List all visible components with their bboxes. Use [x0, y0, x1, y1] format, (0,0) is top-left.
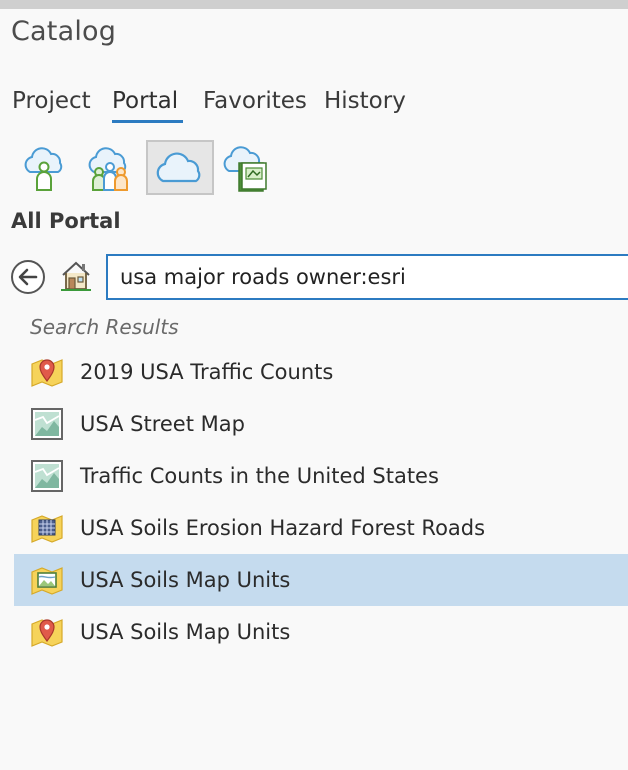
groups-icon — [88, 146, 128, 191]
back-button[interactable] — [10, 259, 46, 295]
web-map-icon — [31, 460, 63, 492]
living-atlas-icon — [223, 145, 267, 192]
result-row[interactable]: 2019 USA Traffic Counts — [14, 346, 628, 398]
my-content-button[interactable] — [14, 140, 74, 195]
home-icon — [61, 261, 91, 291]
result-label: Traffic Counts in the United States — [80, 464, 439, 488]
result-row[interactable]: USA Soils Map Units — [14, 606, 628, 658]
search-results-label: Search Results — [30, 315, 179, 339]
result-label: USA Street Map — [80, 412, 245, 436]
tab-project[interactable]: Project — [12, 86, 91, 116]
tab-history[interactable]: History — [324, 86, 406, 116]
window-top-border — [0, 0, 628, 9]
feature-layer-icon — [31, 359, 63, 387]
tile-layer-icon — [31, 515, 63, 543]
tab-portal[interactable]: Portal — [112, 86, 178, 116]
result-label: 2019 USA Traffic Counts — [80, 360, 334, 384]
panel-title: Catalog — [11, 16, 117, 47]
portal-search-input[interactable] — [106, 254, 628, 300]
imagery-layer-icon — [31, 567, 63, 595]
all-portal-button[interactable] — [146, 140, 214, 195]
portal-section-title: All Portal — [11, 209, 121, 233]
web-map-icon — [31, 408, 63, 440]
all-portal-icon — [156, 151, 201, 182]
result-row[interactable]: USA Street Map — [14, 398, 628, 450]
my-content-icon — [24, 146, 63, 191]
tab-favorites[interactable]: Favorites — [203, 86, 307, 116]
home-button[interactable] — [59, 259, 93, 293]
result-row-selected[interactable]: USA Soils Map Units — [14, 554, 628, 606]
back-arrow-icon — [11, 260, 45, 294]
result-label: USA Soils Map Units — [80, 620, 291, 644]
search-results-list: 2019 USA Traffic Counts USA Street Map T… — [14, 346, 628, 658]
result-row[interactable]: Traffic Counts in the United States — [14, 450, 628, 502]
result-label: USA Soils Erosion Hazard Forest Roads — [80, 516, 486, 540]
active-tab-indicator — [112, 120, 183, 123]
result-label: USA Soils Map Units — [80, 568, 291, 592]
living-atlas-button[interactable] — [218, 140, 278, 195]
result-row[interactable]: USA Soils Erosion Hazard Forest Roads — [14, 502, 628, 554]
feature-layer-icon — [31, 619, 63, 647]
my-groups-button[interactable] — [80, 140, 140, 195]
